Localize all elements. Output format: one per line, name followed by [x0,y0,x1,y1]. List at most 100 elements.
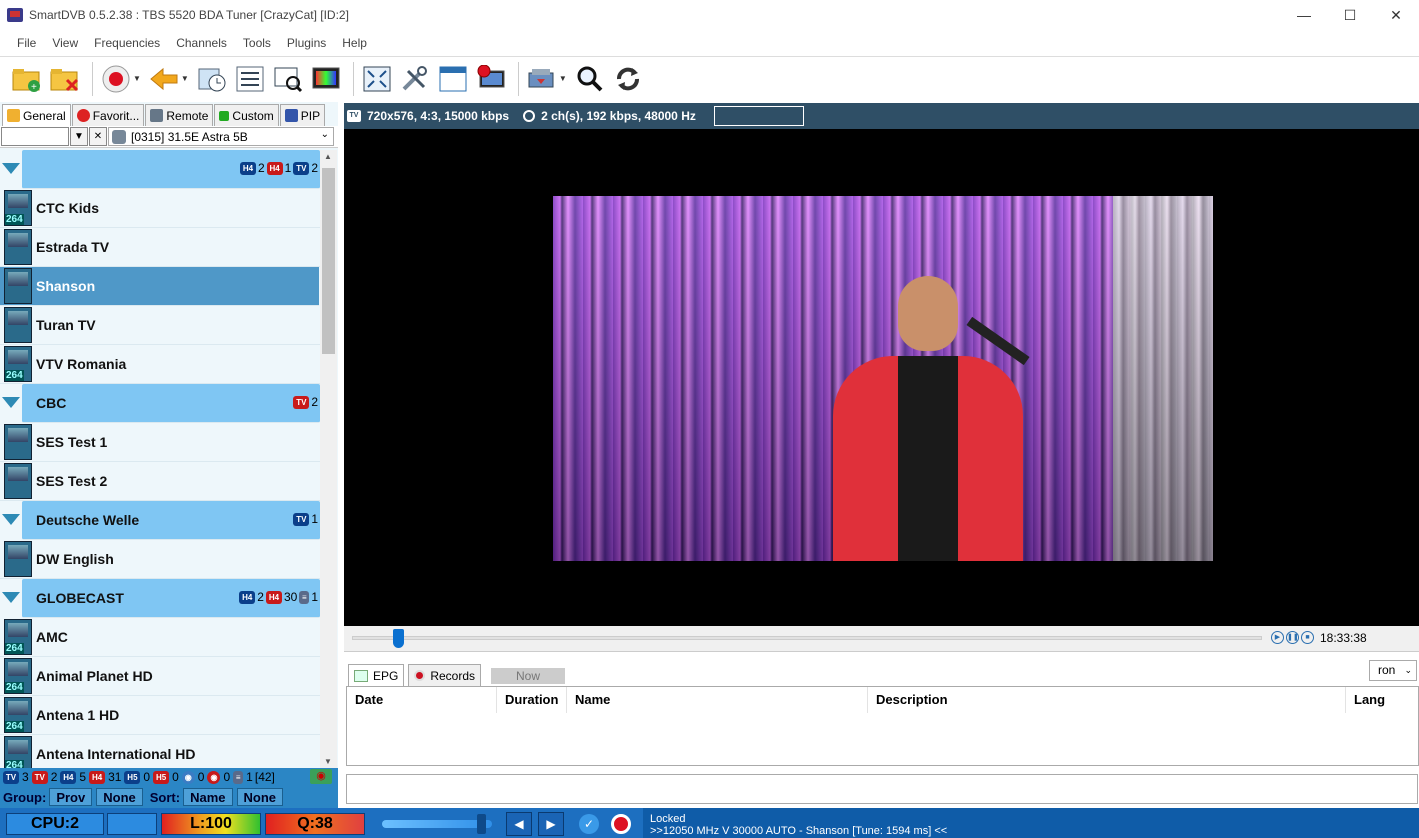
tab-epg[interactable]: EPG [348,664,405,686]
menu-frequencies[interactable]: Frequencies [94,36,160,50]
stat-count: 31 [108,770,122,784]
sort-none-button[interactable]: None [236,788,283,806]
collapse-triangle-icon[interactable] [2,514,20,525]
fullscreen-button[interactable] [360,62,394,96]
group-none-button[interactable]: None [96,788,143,806]
filter-dropdown-button[interactable]: ▼ [70,127,88,146]
col-date[interactable]: Date [347,686,497,713]
menu-tools[interactable]: Tools [243,36,271,50]
group-sort-bar: Group: Prov None Sort: Name None [0,786,338,808]
menu-channels[interactable]: Channels [176,36,227,50]
col-description[interactable]: Description [868,686,1346,713]
back-button[interactable] [147,62,181,96]
tab-general[interactable]: General [2,104,71,126]
group-row[interactable]: GLOBECAST H4 2 H4 30 ≡ 1 [2,579,320,618]
scroll-down-icon[interactable]: ▼ [324,757,332,766]
filter-clear-button[interactable]: ✕ [89,127,107,146]
tab-custom[interactable]: Custom [214,104,279,126]
settings-button[interactable] [398,62,432,96]
confirm-button[interactable]: ✓ [576,812,602,836]
seek-track[interactable] [352,636,1262,640]
toolbar-separator [517,61,519,96]
record-dropdown-icon[interactable]: ▼ [133,74,141,83]
channel-list[interactable]: H4 2 H4 1 TV 2 264 CTC Kids Estrada TV Shans… [0,150,320,768]
scan-button[interactable] [271,62,305,96]
tab-favorites[interactable]: Favorit... [71,104,145,126]
group-row[interactable]: CBC TV 2 [2,384,320,423]
menu-plugins[interactable]: Plugins [287,36,326,50]
channel-list-button[interactable] [233,62,267,96]
next-channel-button[interactable]: ▶ [538,812,564,836]
menu-help[interactable]: Help [342,36,367,50]
channel-row[interactable]: 264 VTV Romania [0,345,320,384]
group-prov-button[interactable]: Prov [49,788,93,806]
collapse-triangle-icon[interactable] [2,592,20,603]
prev-channel-button[interactable]: ◀ [506,812,532,836]
check-icon: ✓ [579,814,599,834]
video-area[interactable] [344,129,1419,626]
output-dropdown-icon[interactable]: ▼ [559,74,567,83]
group-row[interactable]: Deutsche Welle TV 1 [2,501,320,540]
channel-name: Turan TV [36,317,96,333]
window-button[interactable] [436,62,470,96]
collapse-triangle-icon[interactable] [2,397,20,408]
search-button[interactable] [573,62,607,96]
col-lang[interactable]: Lang [1346,687,1416,713]
data-icon: ≡ [299,590,310,604]
tab-records[interactable]: Records [408,664,482,686]
back-dropdown-icon[interactable]: ▼ [181,74,189,83]
channel-name: DW English [36,551,114,567]
tv-icon: TV [3,770,19,784]
tab-pip[interactable]: PIP [279,104,326,126]
channel-row-selected[interactable]: Shanson [0,267,319,306]
channel-scrollbar[interactable]: ▲ ▼ [320,150,337,768]
channel-row[interactable]: 264 Antena 1 HD [0,696,320,735]
volume-slider[interactable] [382,814,492,834]
sort-name-button[interactable]: Name [183,788,233,806]
output-button[interactable] [525,62,559,96]
satellite-select[interactable]: [0315] 31.5E Astra 5B ⌄ [108,127,334,146]
close-folder-button[interactable] [48,62,82,96]
record-button[interactable] [99,62,133,96]
now-button[interactable]: Now [491,668,566,684]
seek-knob[interactable] [392,629,404,648]
channel-row[interactable]: 264 Animal Planet HD [0,657,320,696]
channel-row[interactable]: SES Test 1 [0,423,320,462]
scroll-thumb[interactable] [322,168,335,354]
close-button[interactable]: ✕ [1373,0,1419,30]
scheduler-button[interactable] [195,62,229,96]
menu-view[interactable]: View [52,36,78,50]
teletext-button[interactable] [309,62,343,96]
epg-table[interactable]: Date Duration Name Description Lang [346,686,1419,766]
col-duration[interactable]: Duration [497,686,567,713]
scroll-up-icon[interactable]: ▲ [324,152,332,161]
open-folder-button[interactable]: + [10,62,44,96]
channel-row[interactable]: DW English [0,540,320,579]
col-name[interactable]: Name [567,686,868,713]
filter-input[interactable] [1,127,69,146]
chevron-down-icon: ⌄ [1404,665,1412,675]
output-icon [528,68,554,87]
tab-remote[interactable]: Remote [145,104,214,126]
pause-button[interactable]: ❚❚ [1286,631,1299,644]
collapse-triangle-icon[interactable] [2,163,20,174]
channel-row[interactable]: 264 AMC [0,618,320,657]
minimize-button[interactable]: — [1281,0,1327,30]
recording-monitor-button[interactable] [474,62,508,96]
channel-row[interactable]: Estrada TV [0,228,320,267]
channel-name: AMC [36,629,68,645]
channel-row[interactable]: SES Test 2 [0,462,320,501]
stop-button[interactable]: ■ [1301,631,1314,644]
refresh-button[interactable] [611,62,645,96]
group-row[interactable]: H4 2 H4 1 TV 2 [2,150,320,189]
channel-row[interactable]: 264 Antena International HD [0,735,320,768]
volume-knob[interactable] [477,814,486,834]
status-record-button[interactable] [608,812,634,836]
channel-row[interactable]: Turan TV [0,306,320,345]
language-select[interactable]: ron ⌄ [1369,660,1417,681]
hide-scrambled-icon[interactable]: ◉ [310,769,332,784]
play-button[interactable]: ▶ [1271,631,1284,644]
channel-row[interactable]: 264 CTC Kids [0,189,320,228]
maximize-button[interactable]: ☐ [1327,0,1373,30]
menu-file[interactable]: File [17,36,36,50]
